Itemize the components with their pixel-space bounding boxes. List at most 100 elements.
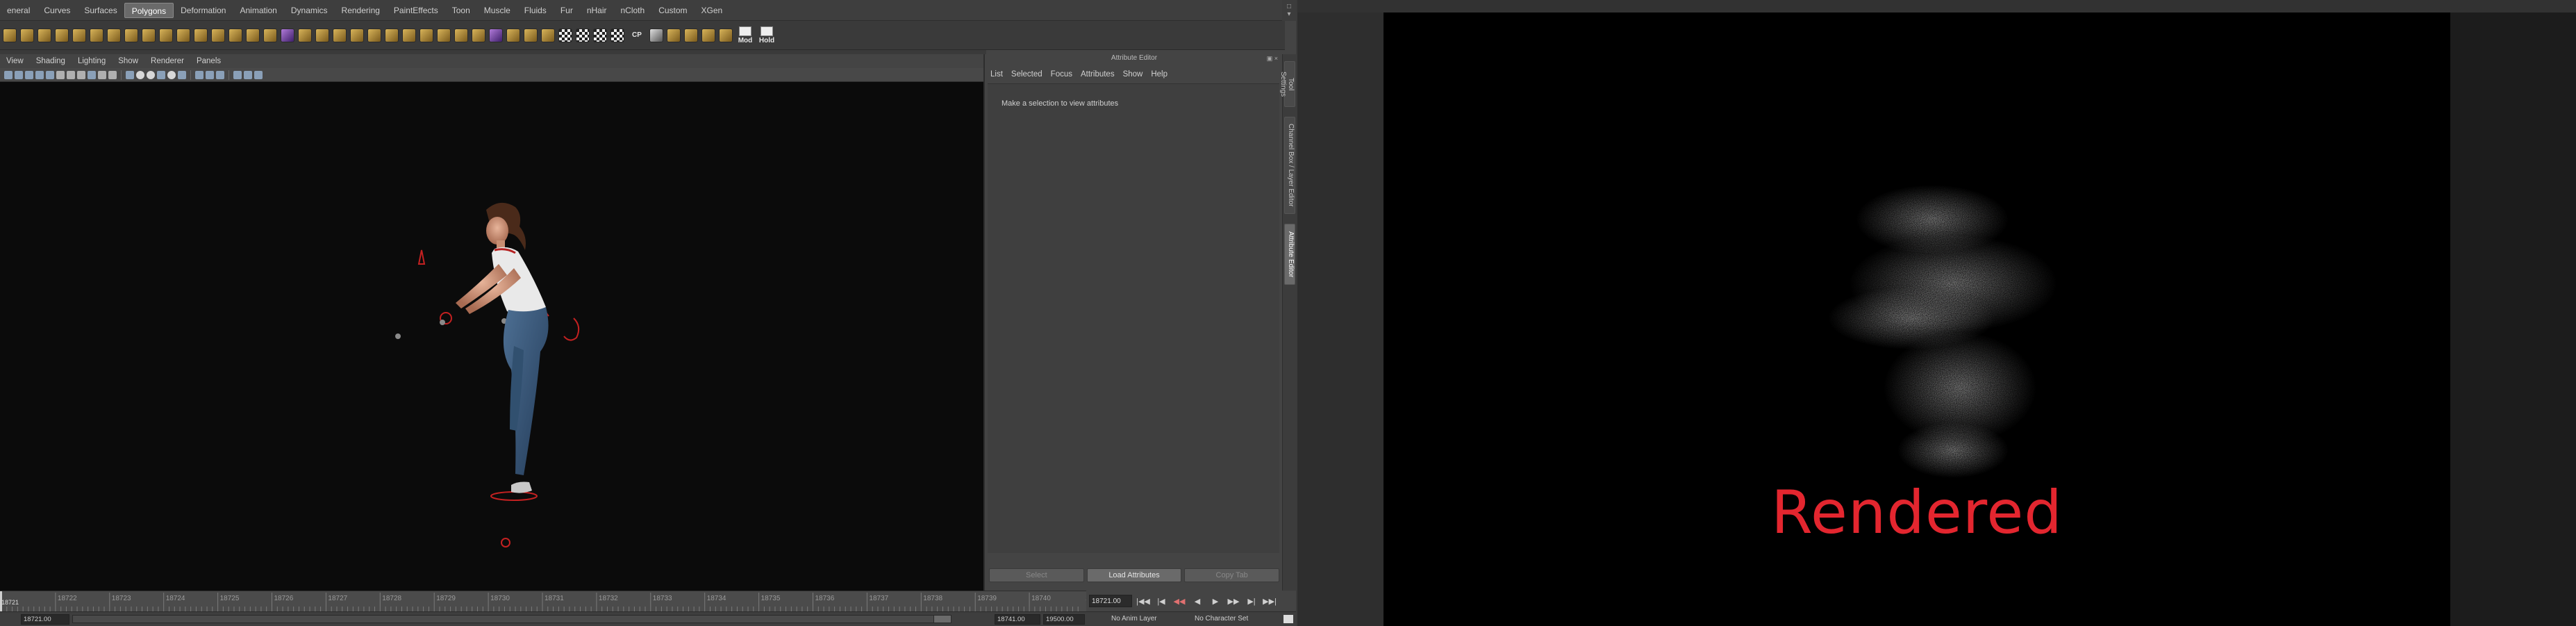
shelf-tab-eneral[interactable]: eneral	[0, 3, 37, 18]
animation-end-field[interactable]: 19500.00	[1043, 614, 1085, 625]
image-plane-icon[interactable]	[35, 70, 44, 79]
attribute-menu-help[interactable]: Help	[1147, 70, 1172, 79]
goto-end-button[interactable]: ▶▶|	[1263, 597, 1277, 606]
insert-edge-loop-icon[interactable]	[402, 28, 416, 42]
copy-tab-button[interactable]: Copy Tab	[1184, 568, 1280, 582]
animation-start-field[interactable]: 18721.00	[21, 614, 69, 625]
attribute-menu-show[interactable]: Show	[1119, 70, 1147, 79]
pin-icon[interactable]: □	[1287, 3, 1291, 10]
shelf-tab-xgen[interactable]: XGen	[695, 3, 730, 18]
mod-icon[interactable]: Mod	[736, 26, 754, 44]
range-slider-track[interactable]	[72, 615, 947, 623]
polygon-torus-icon[interactable]	[90, 28, 103, 42]
chevron-down-icon[interactable]: ▾	[1287, 10, 1290, 18]
step-back-key-button[interactable]: ◀◀	[1172, 597, 1186, 606]
extrude-icon[interactable]	[333, 28, 347, 42]
polygon-platonic-icon[interactable]	[194, 28, 208, 42]
normals-icon[interactable]	[541, 28, 555, 42]
tangent-icon[interactable]	[649, 28, 663, 42]
smooth-icon[interactable]	[263, 28, 277, 42]
polygon-cone-icon[interactable]	[55, 28, 69, 42]
attribute-menu-attributes[interactable]: Attributes	[1077, 70, 1119, 79]
sculpt-icon[interactable]	[489, 28, 503, 42]
gate-mask-icon[interactable]	[77, 70, 85, 79]
shelf-tab-deformation[interactable]: Deformation	[174, 3, 233, 18]
polygon-soccerball-icon[interactable]	[176, 28, 190, 42]
textured-icon[interactable]	[157, 70, 165, 79]
polygon-prism-icon[interactable]	[107, 28, 121, 42]
load-attributes-button[interactable]: Load Attributes	[1086, 568, 1182, 582]
viewport-menu-panels[interactable]: Panels	[190, 57, 227, 65]
grid-icon[interactable]	[46, 70, 54, 79]
playback-end-field[interactable]: 18741.00	[995, 614, 1040, 625]
camera-attributes-icon[interactable]	[15, 70, 23, 79]
polygon-cube-icon[interactable]	[20, 28, 34, 42]
wireframe-icon[interactable]	[126, 70, 134, 79]
tab-attribute-editor[interactable]: Attribute Editor	[1284, 224, 1295, 285]
uv-snapshot-icon[interactable]	[684, 28, 698, 42]
checker-icon[interactable]	[558, 28, 572, 42]
shelf-tab-fluids[interactable]: Fluids	[517, 3, 554, 18]
shelf-tab-muscle[interactable]: Muscle	[477, 3, 517, 18]
play-forwards-button[interactable]: ▶	[1208, 597, 1222, 606]
polygon-helix-icon[interactable]	[159, 28, 173, 42]
bevel-icon[interactable]	[454, 28, 468, 42]
shelf-tab-curves[interactable]: Curves	[37, 3, 77, 18]
resolution-gate-icon[interactable]	[67, 70, 75, 79]
step-back-frame-button[interactable]: |◀	[1154, 597, 1168, 606]
uv-layout-icon[interactable]	[667, 28, 681, 42]
viewport-3d-view[interactable]	[0, 82, 983, 591]
shelf-tab-animation[interactable]: Animation	[233, 3, 283, 18]
checker-grid-icon[interactable]	[610, 28, 624, 42]
uv-sew-icon[interactable]	[719, 28, 733, 42]
viewport-menu-shading[interactable]: Shading	[30, 57, 72, 65]
tab-tool-settings[interactable]: Tool Settings	[1279, 61, 1295, 107]
field-chart-icon[interactable]	[88, 70, 96, 79]
hold-icon[interactable]: Hold	[758, 26, 776, 44]
safe-title-icon[interactable]	[108, 70, 117, 79]
xray-icon[interactable]	[195, 70, 203, 79]
separate-icon[interactable]	[228, 28, 242, 42]
soften-edge-icon[interactable]	[506, 28, 520, 42]
film-gate-icon[interactable]	[56, 70, 65, 79]
polygon-cylinder-icon[interactable]	[38, 28, 51, 42]
polygon-plane-icon[interactable]	[72, 28, 86, 42]
safe-action-icon[interactable]	[98, 70, 106, 79]
time-slider[interactable]: 18722 18723 18724 18725 18726 18727 18728 18729…	[0, 591, 1086, 611]
select-camera-icon[interactable]	[4, 70, 13, 79]
shelf-tab-fur[interactable]: Fur	[554, 3, 580, 18]
panel-window-controls[interactable]: ▣ ×	[1267, 54, 1278, 63]
shelf-tab-toon[interactable]: Toon	[445, 3, 477, 18]
shelf-tab-custom[interactable]: Custom	[651, 3, 694, 18]
polygon-pipe-icon[interactable]	[142, 28, 156, 42]
shelf-tab-painteffects[interactable]: PaintEffects	[387, 3, 445, 18]
shelf-tab-nhair[interactable]: nHair	[580, 3, 614, 18]
offset-edge-loop-icon[interactable]	[437, 28, 451, 42]
viewport-menu-view[interactable]: View	[0, 57, 30, 65]
shelf-tab-ncloth[interactable]: nCloth	[614, 3, 652, 18]
attribute-menu-focus[interactable]: Focus	[1047, 70, 1077, 79]
attribute-menu-selected[interactable]: Selected	[1007, 70, 1047, 79]
shelf-tab-rendering[interactable]: Rendering	[335, 3, 387, 18]
split-polygon-icon[interactable]	[419, 28, 433, 42]
use-lights-icon[interactable]	[167, 70, 176, 79]
range-slider-handle[interactable]	[933, 615, 952, 623]
xray-joints-icon[interactable]	[206, 70, 214, 79]
combine-icon[interactable]	[211, 28, 225, 42]
anim-layer-menu[interactable]: No Anim Layer	[1111, 615, 1157, 623]
hud-icon[interactable]	[233, 70, 242, 79]
select-button[interactable]: Select	[989, 568, 1084, 582]
smooth-shade-icon[interactable]	[136, 70, 144, 79]
merge-icon[interactable]	[472, 28, 485, 42]
viewport-menu-show[interactable]: Show	[112, 57, 144, 65]
polygon-sphere-icon[interactable]	[3, 28, 17, 42]
extract-icon[interactable]	[246, 28, 260, 42]
cp-icon[interactable]: CP	[628, 31, 646, 39]
bookmark-icon[interactable]	[25, 70, 33, 79]
fill-hole-icon[interactable]	[385, 28, 399, 42]
shadows-icon[interactable]	[178, 70, 186, 79]
polygon-pyramid-icon[interactable]	[124, 28, 138, 42]
polygon-mirror-icon[interactable]	[298, 28, 312, 42]
current-frame-field[interactable]: 18721.00	[1089, 595, 1132, 607]
viewport-menu-lighting[interactable]: Lighting	[72, 57, 112, 65]
